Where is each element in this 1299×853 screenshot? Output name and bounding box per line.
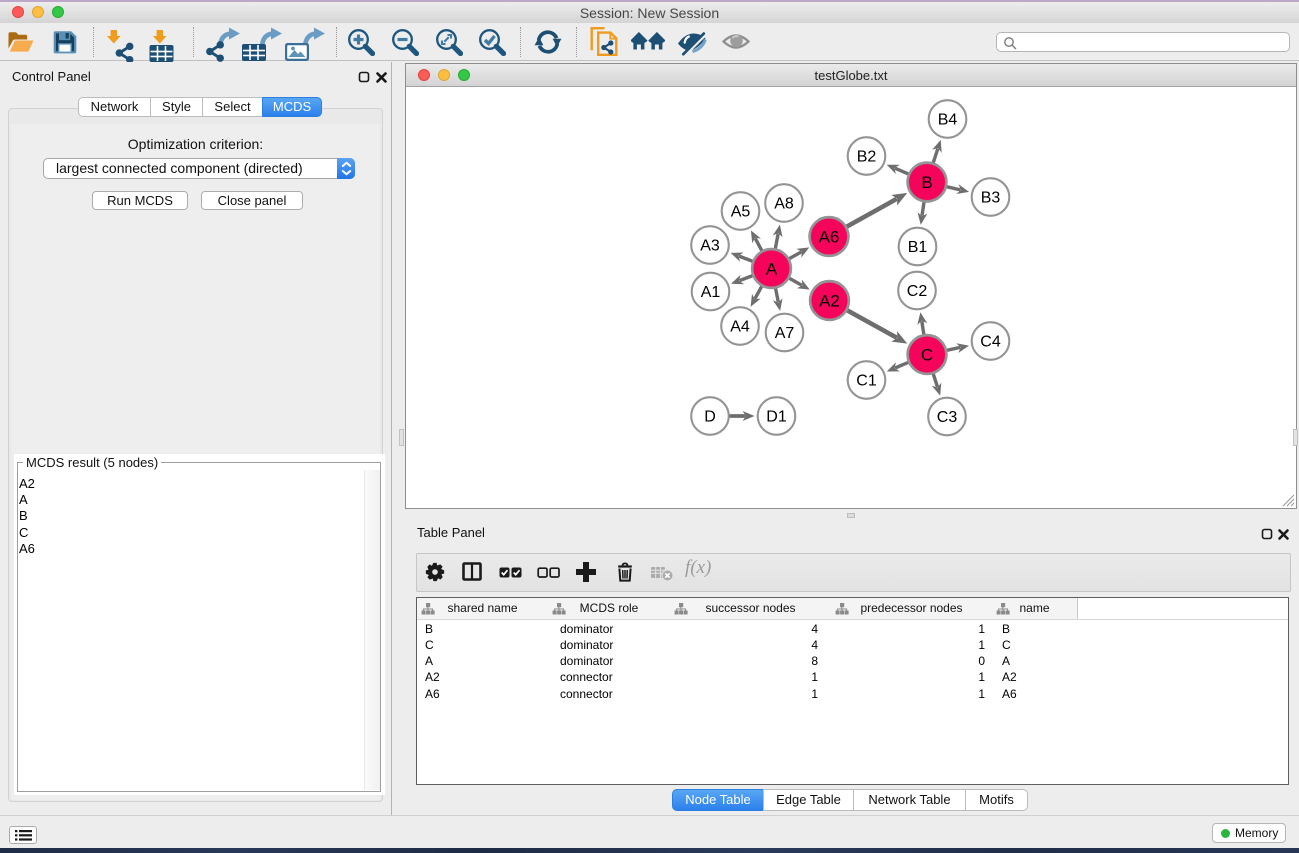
- svg-text:B2: B2: [857, 148, 877, 165]
- svg-text:A1: A1: [701, 284, 721, 301]
- svg-text:B3: B3: [981, 189, 1001, 206]
- svg-text:D1: D1: [766, 408, 787, 425]
- svg-text:C: C: [921, 345, 933, 364]
- svg-text:A3: A3: [700, 237, 720, 254]
- svg-text:A7: A7: [775, 325, 795, 342]
- svg-text:A4: A4: [730, 318, 750, 335]
- svg-text:A8: A8: [774, 195, 794, 212]
- svg-text:C1: C1: [856, 372, 877, 389]
- svg-text:C2: C2: [907, 283, 928, 300]
- svg-text:B1: B1: [908, 239, 928, 256]
- svg-text:D: D: [704, 408, 716, 425]
- svg-text:A5: A5: [731, 203, 751, 220]
- svg-text:C4: C4: [980, 333, 1001, 350]
- svg-text:A: A: [766, 259, 778, 278]
- svg-text:A6: A6: [819, 227, 840, 246]
- svg-text:B: B: [921, 173, 932, 192]
- svg-text:C3: C3: [937, 409, 958, 426]
- svg-text:A2: A2: [819, 291, 840, 310]
- svg-text:B4: B4: [938, 111, 958, 128]
